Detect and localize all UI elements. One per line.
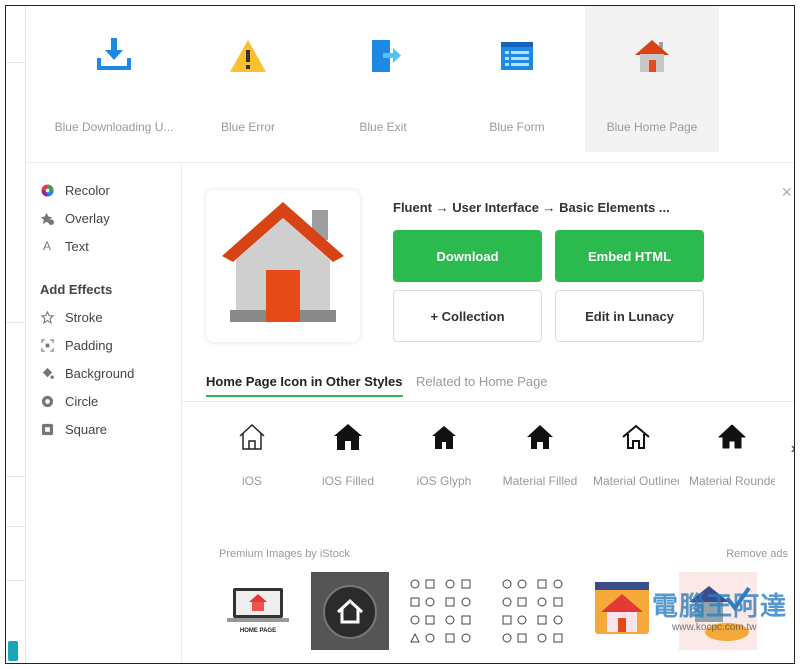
laptop-home-image <box>227 588 289 622</box>
icon-card-label: Blue Home Page <box>606 120 698 134</box>
add-collection-button[interactable]: + Collection <box>393 290 542 342</box>
icon-preview <box>206 190 360 342</box>
stock-thumb-round-button[interactable] <box>311 572 389 650</box>
style-item-material-rounded[interactable]: Material Rounded <box>684 422 780 488</box>
stock-thumb-laptop[interactable]: HOME PAGE <box>219 572 297 650</box>
style-item-ios[interactable]: iOS <box>204 422 300 488</box>
icon-card-blue-exit[interactable]: Blue Exit <box>316 6 450 152</box>
close-icon[interactable]: × <box>781 182 792 203</box>
sidebar-item-stroke[interactable]: Stroke <box>40 307 103 327</box>
app-window: Blue Downloading U... Blue Error Blue Ex… <box>5 5 795 664</box>
teal-tab[interactable] <box>8 641 18 661</box>
tab-related[interactable]: Related to Home Page <box>416 374 548 395</box>
home-material-filled-icon <box>527 425 553 449</box>
sidebar-item-text[interactable]: A Text <box>40 236 89 256</box>
edit-sidebar: Recolor Overlay A Text Add Effects Strok… <box>26 164 182 663</box>
icon-card-blue-error[interactable]: Blue Error <box>181 6 315 152</box>
style-label: Material Outlined <box>593 474 679 488</box>
breadcrumb[interactable]: Fluent → User Interface → Basic Elements… <box>393 200 670 215</box>
sidebar-item-label: Recolor <box>65 182 110 198</box>
style-item-ios-filled[interactable]: iOS Filled <box>300 422 396 488</box>
home-material-rounded-icon <box>718 424 746 449</box>
remove-ads-link[interactable]: Remove ads <box>726 548 788 560</box>
watermark-text: 電腦王阿達 <box>652 592 788 622</box>
watermark: 電腦王阿達 www.kocpc.com.tw <box>652 582 792 642</box>
icon-grid-image <box>410 579 471 643</box>
icon-carousel: Blue Downloading U... Blue Error Blue Ex… <box>26 6 794 163</box>
color-wheel-icon <box>40 183 54 197</box>
sidebar-item-label: Stroke <box>65 309 103 325</box>
icon-card-blue-downloading[interactable]: Blue Downloading U... <box>47 6 181 152</box>
icon-detail-panel: × Fluent → User Interface → Basic Elemen… <box>182 164 794 663</box>
style-label: iOS Glyph <box>416 474 472 488</box>
tab-divider <box>182 401 794 402</box>
icon-card-label: Blue Exit <box>359 120 407 134</box>
download-tray-icon <box>97 38 131 70</box>
padding-icon <box>40 338 54 352</box>
style-item-ios-glyph[interactable]: iOS Glyph <box>396 422 492 488</box>
premium-images-label: Premium Images by iStock <box>219 548 350 560</box>
sidebar-item-overlay[interactable]: Overlay <box>40 208 110 228</box>
embed-html-button[interactable]: Embed HTML <box>555 230 704 282</box>
style-label: iOS Filled <box>321 474 374 488</box>
circle-icon <box>40 394 54 408</box>
stock-thumb-icon-grid-2[interactable] <box>495 572 573 650</box>
sidebar-item-padding[interactable]: Padding <box>40 335 113 355</box>
style-item-material-filled[interactable]: Material Filled <box>492 422 588 488</box>
left-edge-strip <box>6 6 26 663</box>
sidebar-item-label: Overlay <box>65 210 110 226</box>
style-item-material-outlined[interactable]: Material Outlined <box>588 422 684 488</box>
home-icon <box>222 202 344 322</box>
warning-triangle-icon <box>230 40 266 72</box>
icon-grid-image <box>502 579 563 643</box>
home-filled-icon <box>334 424 362 450</box>
exit-door-icon <box>372 40 401 72</box>
icon-card-blue-form[interactable]: Blue Form <box>450 6 584 152</box>
form-icon <box>501 42 533 70</box>
add-effects-heading: Add Effects <box>40 282 113 297</box>
home-glyph-icon <box>432 426 456 449</box>
round-home-image <box>323 585 377 639</box>
icon-card-blue-home-page[interactable]: Blue Home Page <box>585 6 719 152</box>
sidebar-item-label: Background <box>65 365 135 381</box>
sidebar-item-label: Square <box>65 421 107 437</box>
style-label: iOS <box>241 474 262 488</box>
sidebar-item-label: Text <box>65 238 89 254</box>
home-icon <box>635 40 669 72</box>
home-material-outline-icon <box>622 424 650 449</box>
sidebar-item-background[interactable]: Background <box>40 363 134 383</box>
tab-other-styles[interactable]: Home Page Icon in Other Styles <box>206 374 403 397</box>
watermark-url: www.kocpc.com.tw <box>672 622 757 633</box>
chevron-right-icon[interactable]: › <box>791 440 794 458</box>
icon-card-label: Blue Downloading U... <box>54 120 174 134</box>
sidebar-item-recolor[interactable]: Recolor <box>40 180 110 200</box>
download-button[interactable]: Download <box>393 230 542 282</box>
style-label: Material Rounded <box>689 474 775 488</box>
home-outline-icon <box>239 423 265 450</box>
edit-in-lunacy-button[interactable]: Edit in Lunacy <box>555 290 704 342</box>
text-icon: A <box>42 239 51 253</box>
stock-thumb-icon-grid-1[interactable] <box>403 572 481 650</box>
thumb-caption: HOME PAGE <box>239 628 277 634</box>
sidebar-item-label: Circle <box>65 393 99 409</box>
star-outline-icon <box>40 310 54 324</box>
sidebar-item-label: Padding <box>65 337 113 353</box>
sidebar-item-circle[interactable]: Circle <box>40 391 98 411</box>
icon-card-label: Blue Error <box>220 120 276 134</box>
sidebar-item-square[interactable]: Square <box>40 419 107 439</box>
square-icon <box>40 422 54 436</box>
icon-card-label: Blue Form <box>489 120 545 134</box>
overlay-icon <box>40 211 54 225</box>
paint-bucket-icon <box>40 366 54 380</box>
style-label: Material Filled <box>502 474 578 488</box>
